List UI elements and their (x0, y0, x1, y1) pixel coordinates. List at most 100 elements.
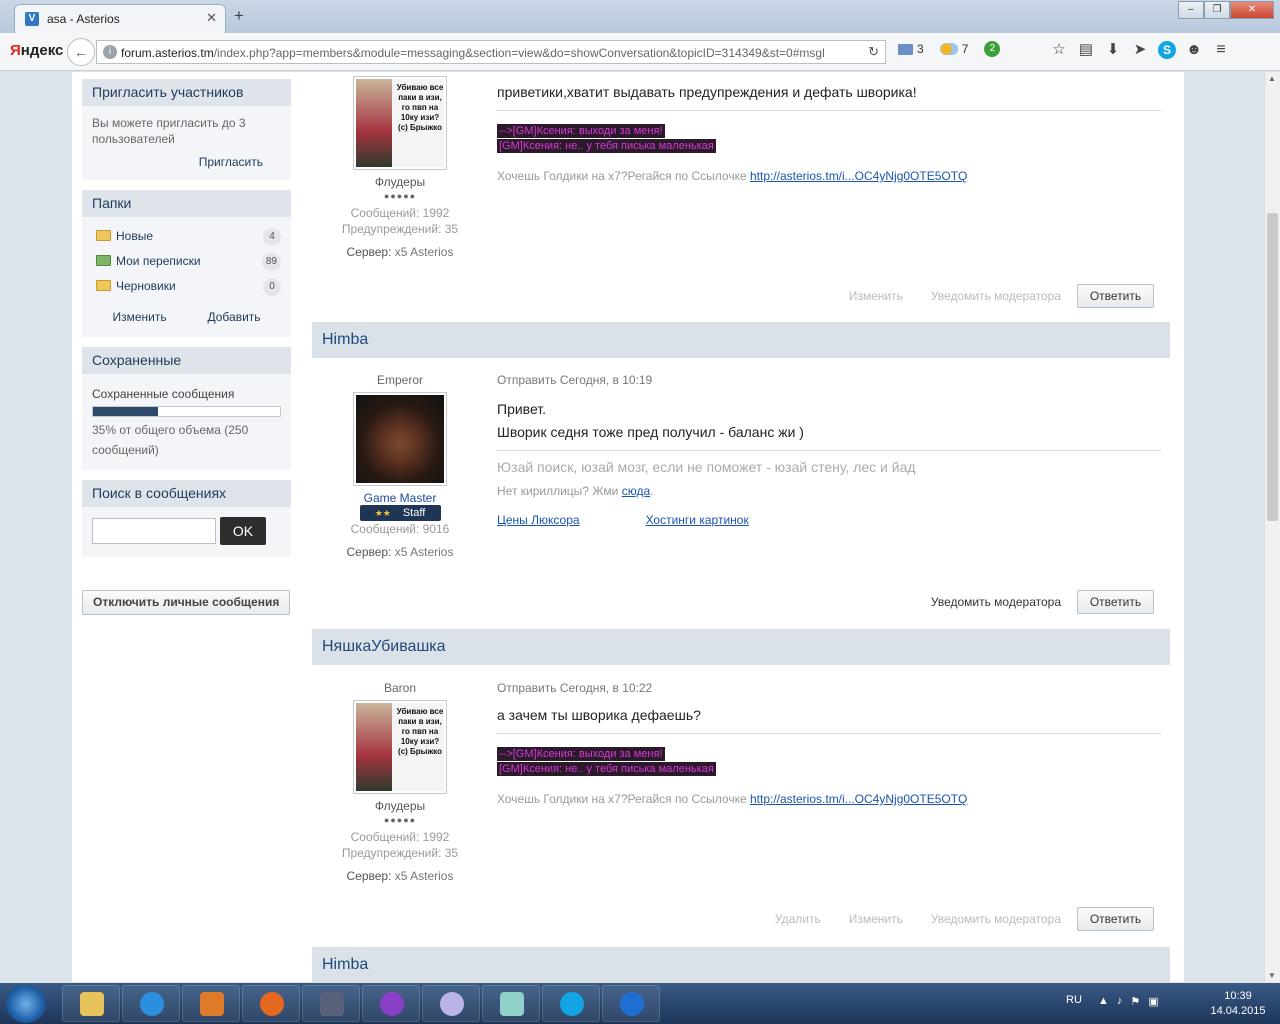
minimize-button[interactable]: – (1178, 1, 1204, 19)
page-scrollbar[interactable]: ▲ ▼ (1264, 72, 1280, 982)
disable-pm-button[interactable]: Отключить личные сообщения (82, 590, 291, 615)
browser-tab-active[interactable]: V asa - Asterios ✕ (14, 4, 226, 33)
new-tab-button[interactable]: + (234, 6, 244, 26)
hamburger-menu-icon[interactable]: ≡ (1212, 41, 1230, 59)
firefox-taskbar-button[interactable] (242, 985, 300, 1022)
skype-icon[interactable]: S (1158, 41, 1176, 59)
signature-link[interactable]: http://asterios.tm/i...OC4yNjg0OTE5OTQ (750, 792, 967, 806)
skype-taskbar-button[interactable] (542, 985, 600, 1022)
message-search-input[interactable] (92, 518, 216, 544)
address-bar[interactable]: i forum.asterios.tm/index.php?app=member… (96, 40, 886, 64)
notes-taskbar-button[interactable] (482, 985, 540, 1022)
post-message: приветики,хватит выдавать предупреждения… (497, 81, 1161, 183)
media-player-taskbar-button[interactable] (182, 985, 240, 1022)
signature-quote: Юзай поиск, юзай мозг, если не поможет -… (497, 459, 916, 475)
folder-my-conversations[interactable]: Мои переписки 89 (92, 251, 281, 276)
reload-icon[interactable]: ↻ (868, 44, 879, 60)
edit-post-link[interactable]: Изменить (849, 912, 903, 926)
tray-arrow-icon[interactable]: ▲ (1098, 995, 1109, 1008)
green-badge-icon: 2 (984, 41, 1001, 57)
window-controls: – ❐ ✕ (1178, 1, 1274, 19)
yandex-logo[interactable]: Яндекс (10, 42, 63, 59)
post-author-info: Emperor Game Master ★★ Staff Сообщений: 9… (312, 373, 488, 559)
post-3: Baron Убиваю все паки в изи, го пвп на 1… (312, 665, 1170, 947)
back-button[interactable]: ← (67, 38, 95, 66)
close-window-button[interactable]: ✕ (1230, 1, 1274, 19)
luxor-prices-link[interactable]: Цены Люксора (497, 513, 580, 527)
url-path: /index.php?app=members&module=messaging&… (213, 46, 825, 60)
edit-folders-link[interactable]: Изменить (112, 309, 166, 325)
search-ok-button[interactable]: OK (220, 517, 266, 545)
smiley-icon[interactable]: ☻ (1185, 41, 1203, 59)
mouse-app-taskbar-button[interactable] (422, 985, 480, 1022)
avatar[interactable]: Убиваю все паки в изи, го пвп на 10ку из… (353, 76, 447, 170)
reply-button[interactable]: Ответить (1077, 284, 1154, 308)
avatar[interactable]: Убиваю все паки в изи, го пвп на 10ку из… (353, 700, 447, 794)
scroll-down-arrow-icon[interactable]: ▼ (1268, 971, 1276, 980)
language-indicator[interactable]: RU (1066, 994, 1082, 1006)
post-date: Отправить Сегодня, в 10:22 (497, 681, 653, 695)
image-hosting-link[interactable]: Хостинги картинок (646, 513, 749, 527)
reply-button[interactable]: Ответить (1077, 907, 1154, 931)
post-actions: Уведомить модератора Ответить (903, 590, 1154, 614)
edit-post-link[interactable]: Изменить (849, 289, 903, 303)
reply-button[interactable]: Ответить (1077, 590, 1154, 614)
folder-label: Черновики (116, 279, 176, 293)
ie-taskbar-button[interactable] (122, 985, 180, 1022)
reading-list-icon[interactable]: ▤ (1077, 41, 1095, 59)
warnings-count: Предупреждений: 35 (341, 846, 459, 860)
url-text[interactable]: forum.asterios.tm/index.php?app=members&… (121, 46, 841, 60)
delete-post-link[interactable]: Удалить (775, 912, 821, 926)
yandex-logo-rest: ндекс (20, 42, 64, 59)
folders-block: Папки Новые 4 Мои переписки 89 Черновики… (82, 190, 291, 337)
signature-promo: Хочешь Голдики на х7?Регайся по Ссылочке (497, 792, 747, 806)
signature-link[interactable]: http://asterios.tm/i...OC4yNjg0OTE5OTQ (750, 169, 967, 183)
orb-app-taskbar-button[interactable] (362, 985, 420, 1022)
post-author-header[interactable]: НяшкаУбивашка (312, 629, 1170, 665)
clock[interactable]: 10:39 14.04.2015 (1208, 989, 1268, 1019)
lineage-taskbar-button[interactable] (302, 985, 360, 1022)
explorer-taskbar-button[interactable] (62, 985, 120, 1022)
flag-icon[interactable]: ⚑ (1130, 995, 1140, 1008)
post-body-line: Шворик седня тоже пред получил - баланс … (497, 424, 804, 440)
server-info: Сервер: x5 Asterios (312, 869, 488, 883)
weather-widget[interactable]: 7 (939, 42, 968, 56)
skype-icon (560, 992, 584, 1016)
mail-widget[interactable]: 3 (898, 42, 924, 56)
report-moderator-link[interactable]: Уведомить модератора (931, 289, 1061, 303)
network-icon[interactable]: ▣ (1148, 995, 1158, 1008)
volume-icon[interactable]: ♪ (1117, 995, 1123, 1008)
add-folder-link[interactable]: Добавить (208, 309, 261, 325)
user-rank: Baron (383, 681, 417, 695)
storage-progress-fill (93, 407, 159, 416)
extension-badge[interactable]: 2 (984, 41, 1001, 57)
post-2: Emperor Game Master ★★ Staff Сообщений: 9… (312, 358, 1170, 629)
post-message: Отправить Сегодня, в 10:22 а зачем ты шв… (497, 681, 1161, 806)
forum-content: Пригласить участников Вы можете пригласи… (72, 72, 1184, 982)
server-value: x5 Asterios (394, 869, 454, 883)
post-author-header[interactable]: Himba (312, 947, 1170, 982)
folder-drafts[interactable]: Черновики 0 (92, 276, 281, 301)
invite-link[interactable]: Пригласить (92, 154, 281, 170)
send-icon[interactable]: ➤ (1131, 41, 1149, 59)
maximize-button[interactable]: ❐ (1204, 1, 1230, 19)
report-moderator-link[interactable]: Уведомить модератора (931, 912, 1061, 926)
signature-text: Нет кириллицы? Жми сюда. (497, 484, 1161, 498)
start-button-icon[interactable] (6, 985, 46, 1023)
scroll-up-arrow-icon[interactable]: ▲ (1268, 74, 1276, 83)
bookmark-star-icon[interactable]: ☆ (1050, 41, 1068, 59)
report-moderator-link[interactable]: Уведомить модератора (931, 595, 1061, 609)
it-app-taskbar-button[interactable] (602, 985, 660, 1022)
folder-new[interactable]: Новые 4 (92, 226, 281, 251)
site-info-icon[interactable]: i (103, 45, 117, 59)
notepad-icon (500, 992, 524, 1016)
tab-close-icon[interactable]: ✕ (206, 10, 217, 26)
post-author-header[interactable]: Himba (312, 322, 1170, 358)
signature-quote-line: -->[GM]Ксения: выходи за меня! (497, 124, 665, 138)
scrollbar-thumb[interactable] (1267, 213, 1278, 521)
downloads-icon[interactable]: ⬇ (1104, 41, 1122, 59)
folder-icon (96, 280, 111, 291)
signature-link[interactable]: сюда (622, 484, 650, 498)
folders-heading: Папки (82, 190, 291, 217)
avatar[interactable] (353, 392, 447, 486)
